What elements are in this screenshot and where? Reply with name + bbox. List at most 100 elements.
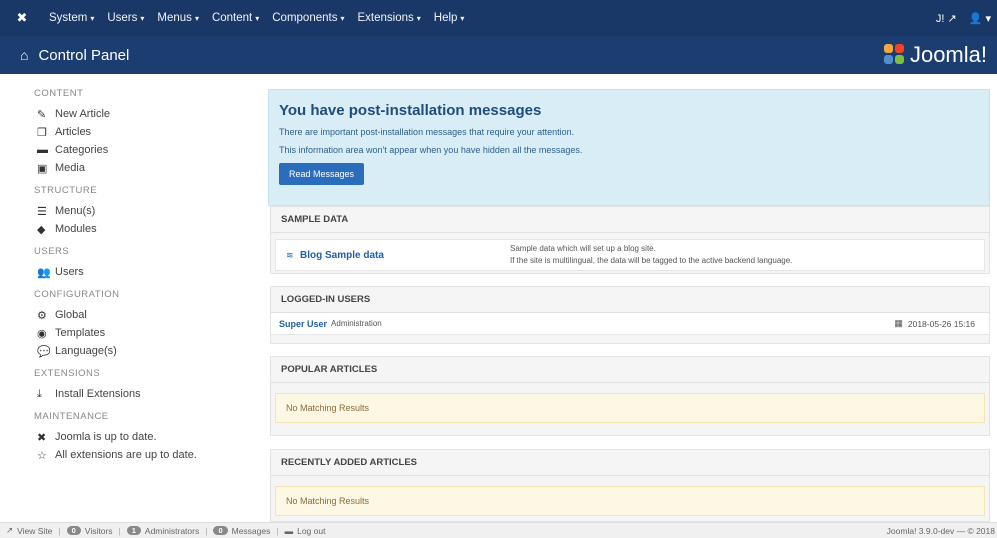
user-icon: 👤 (968, 12, 983, 25)
sidebar-item-modules[interactable]: ◆ Modules (34, 220, 260, 238)
divider: | (205, 525, 208, 536)
section-heading: MAINTENANCE (34, 411, 109, 422)
chevron-down-icon: ▾ (255, 14, 260, 23)
section-heading: EXTENSIONS (34, 368, 101, 379)
description-line: Sample data which will set up a blog sit… (510, 244, 656, 253)
section-heading: STRUCTURE (34, 185, 98, 196)
section-heading: CONFIGURATION (34, 289, 120, 300)
menu-content[interactable]: Content ▾ (212, 12, 259, 24)
divider: | (118, 525, 121, 536)
sidebar-section-structure: STRUCTURE ☰ Menu(s) ◆ Modules (34, 185, 260, 238)
panel-heading: RECENTLY ADDED ARTICLES (271, 450, 989, 476)
download-icon: ⤓ (37, 387, 42, 400)
page-title: Control Panel (38, 46, 130, 64)
sidebar-section-configuration: CONFIGURATION ⚙ Global ◉ Templates 💬 Langua… (34, 289, 260, 360)
view-site-link[interactable]: ↗ View Site (6, 525, 52, 536)
external-link-icon: ↗ (6, 525, 14, 535)
sidebar-item-media[interactable]: ▣ Media (34, 159, 260, 177)
sidebar-item-label: Install Extensions (55, 388, 141, 400)
chevron-down-icon: ▾ (460, 14, 465, 23)
sidebar-item-label: Templates (55, 327, 106, 339)
sidebar-item-label: Users (55, 266, 84, 278)
chevron-down-icon: ▾ (140, 14, 145, 23)
panel-heading: SAMPLE DATA (271, 207, 989, 233)
sidebar-item-label: Modules (55, 223, 97, 235)
login-date: 2018-05-26 15:16 (907, 318, 975, 329)
joomla-logo-icon (883, 44, 906, 66)
visitors-label: Visitors (84, 525, 113, 536)
chevron-down-icon: ▾ (416, 14, 421, 23)
sidebar-item-categories[interactable]: ▬ Categories (34, 141, 260, 159)
list-item: ≋ Blog Sample data Sample data which wil… (275, 239, 985, 271)
table-row: Super User Administration ▦ 2018-05-26 1… (271, 313, 989, 335)
visitors-count-badge: 0 (66, 526, 81, 535)
logout-link[interactable]: ▬ Log out (285, 526, 326, 536)
recent-articles-panel: RECENTLY ADDED ARTICLES No Matching Resu… (270, 449, 990, 522)
minus-icon: ▬ (284, 525, 294, 536)
section-heading: USERS (34, 246, 70, 257)
main-menu: System ▾ Users ▾ Menus ▾ Content ▾ Component… (36, 12, 464, 24)
image-icon: ▣ (37, 162, 48, 175)
home-icon: ⌂ (20, 47, 29, 63)
joomla-menu-icon[interactable]: ✖ (8, 10, 36, 26)
sidebar-item-new-article[interactable]: ✎ New Article (34, 105, 260, 123)
cog-icon: ⚙ (37, 309, 47, 322)
alert-text: There are important post-installation me… (279, 127, 575, 137)
section-heading: CONTENT (34, 88, 84, 99)
sidebar-item-global[interactable]: ⚙ Global (34, 306, 260, 324)
sidebar-item-label: Menu(s) (55, 205, 96, 217)
menu-extensions[interactable]: Extensions ▾ (357, 12, 420, 24)
chevron-down-icon: ▾ (194, 14, 199, 23)
no-results-message: No Matching Results (275, 486, 985, 516)
menu-help-label: Help (433, 12, 458, 24)
version-text: Joomla! 3.9.0-dev — © 2018 (886, 525, 995, 536)
menu-help[interactable]: Help ▾ (434, 12, 465, 24)
user-menu[interactable]: 👤 ▾ (969, 12, 991, 25)
messages-label: Messages (231, 525, 271, 536)
menu-users[interactable]: Users ▾ (107, 12, 144, 24)
sidebar-item-install-extensions[interactable]: ⤓ Install Extensions (34, 385, 260, 403)
list-icon: ☰ (37, 205, 47, 218)
main-content: You have post-installation messages Ther… (260, 74, 997, 522)
menu-menus[interactable]: Menus ▾ (157, 12, 199, 24)
sample-data-panel: SAMPLE DATA ≋ Blog Sample data Sample da… (270, 206, 990, 274)
site-link-label: J! (935, 12, 945, 25)
sidebar-item-joomla-update[interactable]: ✖ Joomla is up to date. (34, 428, 260, 446)
sidebar-item-articles[interactable]: ❐ Articles (34, 123, 260, 141)
menu-system[interactable]: System ▾ (49, 12, 94, 24)
alert-text: This information area won't appear when … (279, 145, 583, 155)
user-link[interactable]: Super User (279, 319, 327, 329)
sidebar-section-extensions: EXTENSIONS ⤓ Install Extensions (34, 368, 260, 403)
menu-system-label: System (49, 12, 88, 24)
view-site-label: View Site (17, 525, 53, 536)
sidebar-item-label: All extensions are up to date. (55, 449, 197, 461)
sidebar-item-label: Media (55, 162, 85, 174)
menu-components[interactable]: Components ▾ (272, 12, 344, 24)
menu-users-label: Users (107, 12, 138, 24)
messages-link[interactable]: 0 Messages (213, 526, 270, 536)
chevron-down-icon: ▾ (985, 12, 991, 25)
sidebar-item-label: New Article (55, 108, 111, 120)
user-area: Administration (331, 319, 382, 328)
administrators-link[interactable]: 1 Administrators (126, 526, 199, 536)
folder-icon: ▬ (37, 144, 48, 156)
popular-articles-panel: POPULAR ARTICLES No Matching Results (270, 356, 990, 436)
sidebar-item-templates[interactable]: ◉ Templates (34, 324, 260, 342)
sidebar-item-label: Language(s) (55, 345, 117, 357)
calendar-icon: ▦ (894, 318, 903, 328)
read-messages-button[interactable]: Read Messages (279, 163, 365, 185)
description-line: If the site is multilingual, the data wi… (510, 256, 793, 265)
sidebar-item-menus[interactable]: ☰ Menu(s) (34, 202, 260, 220)
sidebar-item-extension-update[interactable]: ☆ All extensions are up to date. (34, 446, 260, 464)
blog-sample-link[interactable]: Blog Sample data (300, 250, 510, 261)
joomla-logo: Joomla! (883, 42, 987, 68)
post-install-alert: You have post-installation messages Ther… (268, 89, 990, 206)
page-header: ⌂ Control Panel Joomla! (0, 36, 997, 74)
chevron-down-icon: ▾ (340, 14, 345, 23)
menu-extensions-label: Extensions (357, 12, 414, 24)
site-link[interactable]: J! ↗ (936, 12, 957, 25)
sidebar-item-languages[interactable]: 💬 Language(s) (34, 342, 260, 360)
sidebar-item-users[interactable]: 👥 Users (34, 263, 260, 281)
visitors-link[interactable]: 0 Visitors (66, 525, 113, 536)
topbar-right: J! ↗ 👤 ▾ (936, 12, 991, 25)
